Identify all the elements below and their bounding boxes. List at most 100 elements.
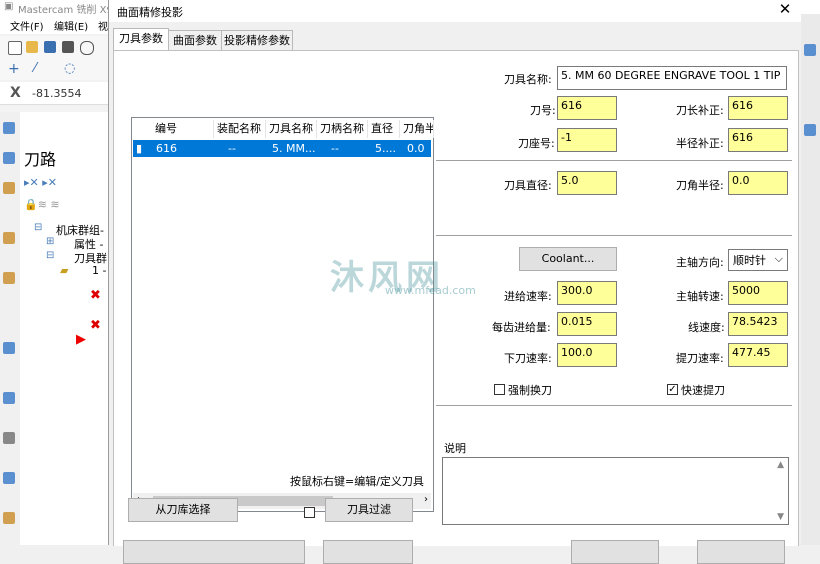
select-from-library-button[interactable]: 从刀库选择: [128, 498, 238, 522]
projection-finish-dialog: 曲面精修投影 ✕ 刀具参数 曲面参数 投影精修参数 编号 装配名称 刀具名称 刀…: [108, 0, 801, 564]
level-icon[interactable]: [3, 392, 15, 404]
plus-icon[interactable]: +: [8, 61, 20, 77]
rapid-retract-checkbox[interactable]: ✓: [667, 384, 678, 395]
tool-filter-button[interactable]: 刀具过滤: [325, 498, 413, 522]
bottom-button[interactable]: [323, 540, 413, 564]
tree-node-icon: ⊟: [34, 222, 43, 233]
toolbar-icon[interactable]: [804, 44, 816, 56]
force-toolchange-label: 强制换刀: [508, 384, 552, 397]
solid-icon[interactable]: [3, 272, 15, 284]
folder-icon: ▰: [60, 264, 69, 277]
tool-number-label: 刀号:: [530, 104, 556, 117]
zoom-icon[interactable]: [80, 41, 94, 55]
length-offset-field[interactable]: 616: [728, 96, 788, 120]
tab-tool-parameters[interactable]: 刀具参数: [113, 28, 169, 52]
circle-icon[interactable]: ◌: [64, 61, 75, 76]
feed-per-tooth-field[interactable]: 0.015: [557, 312, 617, 336]
line-icon[interactable]: ⁄: [34, 61, 36, 76]
surface-speed-label: 线速度:: [688, 321, 725, 334]
cell-holder: --: [331, 142, 339, 155]
solid-icon[interactable]: [3, 512, 15, 524]
retract-rate-field[interactable]: 477.45: [728, 343, 788, 367]
bottom-button[interactable]: [571, 540, 659, 564]
print-icon[interactable]: [62, 41, 74, 53]
feed-rate-field[interactable]: 300.0: [557, 281, 617, 305]
tool-diameter-field[interactable]: 5.0: [557, 171, 617, 195]
scroll-up-icon[interactable]: ▲: [777, 460, 784, 470]
background-toolbar-top: [0, 36, 110, 58]
column-header-tool-name[interactable]: 刀具名称: [266, 120, 317, 138]
holder-number-field[interactable]: -1: [557, 128, 617, 152]
menu-file[interactable]: 文件(F): [10, 18, 44, 33]
spindle-direction-label: 主轴方向:: [676, 256, 724, 269]
view-icon[interactable]: [3, 472, 15, 484]
operation-dirty-icon: ✖: [90, 318, 101, 333]
plunge-rate-field[interactable]: 100.0: [557, 343, 617, 367]
save-icon[interactable]: [44, 41, 56, 53]
table-row[interactable]: ▮ 616 -- 5. MM... -- 5.... 0.0: [133, 140, 431, 157]
spindle-speed-field[interactable]: 5000: [728, 281, 788, 305]
surface-speed-field[interactable]: 78.5423: [728, 312, 788, 336]
right-icon-strip: [800, 14, 820, 545]
coordinate-bar: X -81.3554: [0, 82, 110, 105]
insert-arrow-icon: ▶: [76, 332, 86, 347]
retract-rate-label: 提刀速率:: [676, 352, 724, 365]
bottom-button[interactable]: [123, 540, 305, 564]
toolbar-icon[interactable]: [804, 124, 816, 136]
radius-offset-field[interactable]: 616: [728, 128, 788, 152]
new-file-icon[interactable]: [8, 41, 22, 55]
tab-label: 刀具参数: [119, 32, 163, 45]
menu-view[interactable]: 视: [98, 18, 108, 33]
tab-projection-parameters[interactable]: 投影精修参数: [221, 30, 293, 51]
tool-list[interactable]: 编号 装配名称 刀具名称 刀柄名称 直径 刀角半 ▮ 616 -- 5. MM.…: [131, 117, 434, 512]
coord-axis-label: X: [10, 85, 21, 101]
dialog-title-bar[interactable]: 曲面精修投影 ✕: [109, 0, 801, 22]
toolpath-icon[interactable]: [3, 122, 15, 134]
chevron-down-icon: ⌵: [774, 252, 783, 265]
corner-radius-field[interactable]: 0.0: [728, 171, 788, 195]
view-icon[interactable]: [3, 432, 15, 444]
cell-corner: 0.0: [407, 142, 425, 155]
solid-icon[interactable]: [3, 182, 15, 194]
length-offset-label: 刀长补正:: [676, 104, 724, 117]
select-all-icon[interactable]: ▸✕ ▸✕: [24, 176, 57, 189]
feed-rate-label: 进给速率:: [504, 290, 552, 303]
column-header-assembly[interactable]: 装配名称: [214, 120, 266, 138]
scroll-right-icon[interactable]: ›: [424, 494, 428, 505]
tool-filter-checkbox[interactable]: [304, 507, 315, 518]
coord-value[interactable]: -81.3554: [32, 87, 81, 100]
column-header-diameter[interactable]: 直径: [368, 120, 400, 138]
holder-number-label: 刀座号:: [518, 137, 555, 150]
coolant-button[interactable]: Coolant...: [519, 247, 617, 271]
tree-item-operation[interactable]: 1 -: [92, 264, 106, 277]
lock-icon[interactable]: 🔒≋ ≋: [24, 198, 60, 211]
menu-edit[interactable]: 编辑(E): [54, 18, 88, 33]
cell-number: 616: [156, 142, 177, 155]
radius-offset-label: 半径补正:: [676, 137, 724, 150]
tab-label: 曲面参数: [173, 34, 217, 47]
tool-number-field[interactable]: 616: [557, 96, 617, 120]
feed-per-tooth-label: 每齿进给量:: [492, 321, 551, 334]
level-icon[interactable]: [3, 342, 15, 354]
watermark-url: www.mfcad.com: [385, 284, 476, 297]
tool-name-field[interactable]: 5. MM 60 DEGREE ENGRAVE TOOL 1 TIP: [557, 66, 787, 90]
spindle-direction-value: 顺时针: [733, 254, 766, 267]
force-toolchange-checkbox[interactable]: [494, 384, 505, 395]
open-folder-icon[interactable]: [26, 41, 38, 53]
rapid-retract-label: 快速提刀: [681, 384, 725, 397]
tab-surface-parameters[interactable]: 曲面参数: [168, 30, 222, 51]
tab-label: 投影精修参数: [224, 34, 290, 47]
toolpath-icon[interactable]: [3, 152, 15, 164]
cell-diameter: 5....: [375, 142, 396, 155]
column-header-holder[interactable]: 刀柄名称: [317, 120, 368, 138]
bottom-button[interactable]: [697, 540, 785, 564]
cell-assembly: --: [228, 142, 236, 155]
notes-textarea[interactable]: ▲ ▼: [442, 457, 789, 525]
spindle-direction-select[interactable]: 顺时针 ⌵: [728, 249, 788, 271]
column-header-corner-radius[interactable]: 刀角半: [400, 120, 434, 138]
scroll-down-icon[interactable]: ▼: [777, 512, 784, 522]
close-icon[interactable]: ✕: [775, 0, 795, 20]
operation-dirty-icon: ✖: [90, 288, 101, 303]
column-header-number[interactable]: 编号: [152, 120, 214, 138]
solid-icon[interactable]: [3, 232, 15, 244]
